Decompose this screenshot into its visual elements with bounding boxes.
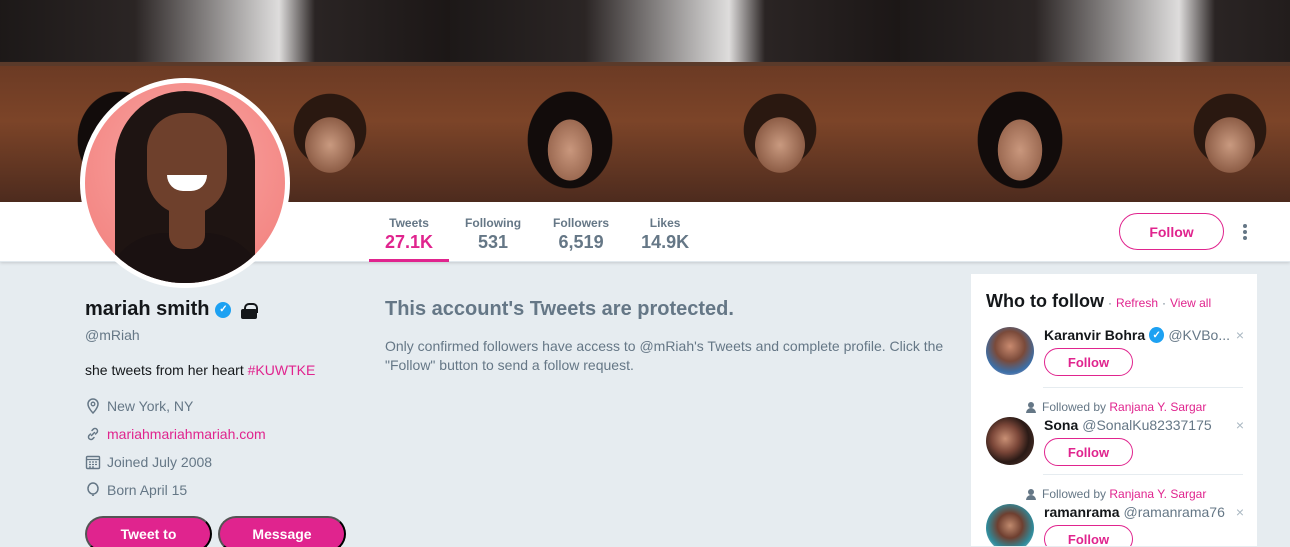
divider: [1043, 387, 1243, 388]
dismiss-icon[interactable]: ×: [1236, 417, 1244, 433]
protected-title: This account's Tweets are protected.: [385, 298, 734, 320]
stat-value: 14.9K: [641, 232, 690, 252]
profile-meta: New York, NY mariahmariahmariah.com Join…: [85, 392, 355, 504]
context-text: Followed by: [1042, 487, 1110, 501]
who-to-follow-title: Who to follow: [986, 291, 1104, 311]
stat-followers[interactable]: Followers 6,519: [537, 202, 625, 262]
tweet-to-button[interactable]: Tweet to: [85, 516, 212, 547]
person-icon: [1026, 401, 1036, 413]
suggestion-follow-button[interactable]: Follow: [1044, 525, 1133, 546]
person-icon: [1026, 488, 1036, 500]
stat-following[interactable]: Following 531: [449, 202, 537, 262]
divider: [1043, 474, 1243, 475]
stat-value: 6,519: [558, 232, 604, 252]
stat-label: Likes: [649, 216, 681, 230]
avatar[interactable]: [80, 78, 290, 288]
suggestion-handle[interactable]: @KVBo...: [1168, 327, 1230, 343]
suggestion-follow-button[interactable]: Follow: [1044, 438, 1133, 466]
profile-handle[interactable]: @mRiah: [85, 327, 355, 343]
lock-icon: [241, 302, 259, 319]
more-options-icon[interactable]: [1238, 222, 1252, 242]
profile-stats: Tweets 27.1K Following 531 Followers 6,5…: [369, 202, 705, 262]
birthday-text: Born April 15: [107, 482, 188, 498]
website-link[interactable]: mariahmariahmariah.com: [107, 426, 266, 442]
suggestion-name[interactable]: Sona: [1044, 417, 1078, 433]
message-button[interactable]: Message: [218, 516, 346, 547]
profile-birthday: Born April 15: [85, 476, 355, 504]
suggestion-avatar[interactable]: [986, 417, 1034, 465]
suggestion-handle[interactable]: @SonalKu82337175: [1082, 417, 1211, 433]
profile-location: New York, NY: [85, 392, 355, 420]
link-icon: [85, 426, 101, 442]
suggestion-name[interactable]: Karanvir Bohra: [1044, 327, 1145, 343]
location-text: New York, NY: [107, 398, 194, 414]
view-all-link[interactable]: View all: [1170, 296, 1211, 310]
joined-text: Joined July 2008: [107, 454, 213, 470]
calendar-icon: [85, 454, 101, 470]
stat-label: Tweets: [389, 216, 429, 230]
profile-name[interactable]: mariah smith: [85, 298, 209, 321]
who-to-follow-header: Who to follow · Refresh · View all: [971, 274, 1257, 312]
protected-message: Only confirmed followers have access to …: [385, 338, 944, 373]
avatar-photo: [85, 83, 285, 283]
suggestion-handle[interactable]: @ramanrama76: [1124, 504, 1225, 520]
location-pin-icon: [85, 398, 101, 414]
separator-dot: ·: [1162, 296, 1166, 310]
suggestion-item: Karanvir Bohra ✓ @KVBo... Follow ×: [986, 327, 1244, 376]
verified-icon: ✓: [215, 301, 232, 318]
context-user-link[interactable]: Ranjana Y. Sargar: [1109, 487, 1206, 501]
suggestion-item: Followed by Ranjana Y. Sargar Sona @Sona…: [986, 399, 1244, 466]
profile-joined: Joined July 2008: [85, 448, 355, 476]
suggestion-follow-button[interactable]: Follow: [1044, 348, 1133, 376]
separator-dot: ·: [1107, 296, 1112, 310]
suggestion-item: Followed by Ranjana Y. Sargar ramanrama …: [986, 486, 1244, 546]
suggestion-avatar[interactable]: [986, 504, 1034, 546]
bio-text: she tweets from her heart: [85, 362, 248, 378]
stat-label: Followers: [553, 216, 610, 230]
stat-label: Following: [465, 216, 522, 230]
stat-tweets[interactable]: Tweets 27.1K: [369, 202, 450, 262]
stat-value: 531: [478, 232, 509, 252]
context-user-link[interactable]: Ranjana Y. Sargar: [1109, 400, 1206, 414]
profile-actions: Tweet to Message: [85, 516, 355, 547]
profile-website: mariahmariahmariah.com: [85, 420, 355, 448]
profile-name-row: mariah smith ✓: [85, 298, 355, 321]
suggestion-avatar[interactable]: [986, 327, 1034, 375]
refresh-link[interactable]: Refresh: [1116, 296, 1158, 310]
suggestion-context: Followed by Ranjana Y. Sargar: [986, 486, 1244, 502]
banner-image-tile: [450, 0, 900, 202]
profile-bio: she tweets from her heart #KUWTKE: [85, 362, 355, 378]
stat-likes[interactable]: Likes 14.9K: [625, 202, 705, 262]
who-to-follow-module: Who to follow · Refresh · View all Karan…: [970, 273, 1258, 547]
follow-button[interactable]: Follow: [1119, 213, 1224, 250]
profile-card: mariah smith ✓ @mRiah she tweets from he…: [85, 298, 355, 547]
protected-notice: This account's Tweets are protected. Onl…: [385, 298, 955, 375]
stat-value: 27.1K: [385, 232, 434, 252]
context-text: Followed by: [1042, 400, 1110, 414]
balloon-icon: [85, 482, 101, 498]
dismiss-icon[interactable]: ×: [1236, 327, 1244, 343]
dismiss-icon[interactable]: ×: [1236, 504, 1244, 520]
verified-icon: ✓: [1149, 327, 1165, 343]
bio-hashtag[interactable]: #KUWTKE: [248, 362, 316, 378]
banner-image-tile: [900, 0, 1290, 202]
suggestion-name[interactable]: ramanrama: [1044, 504, 1120, 520]
suggestion-context: Followed by Ranjana Y. Sargar: [986, 399, 1244, 415]
